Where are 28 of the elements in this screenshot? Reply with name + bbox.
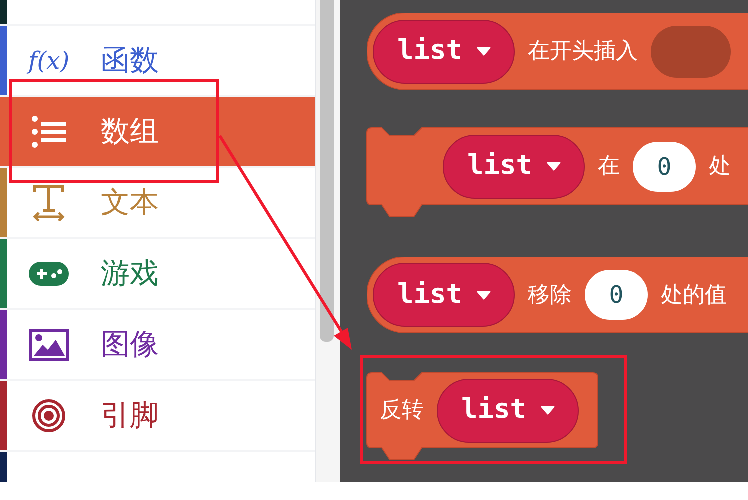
category-item[interactable]: 数组 xyxy=(7,97,315,166)
block-label: 反转 xyxy=(380,397,424,425)
block-label: 处 xyxy=(709,153,731,181)
variable-dropdown[interactable]: list xyxy=(437,378,579,442)
category-item[interactable]: 文本 xyxy=(7,168,315,237)
category-item[interactable]: 游戏 xyxy=(7,239,315,308)
category-item[interactable]: 引脚 xyxy=(7,381,315,450)
category-item[interactable]: 图像 xyxy=(7,310,315,379)
caret-icon xyxy=(546,162,560,171)
block-label: 处的值 xyxy=(661,282,727,310)
category-color-strip xyxy=(0,452,7,482)
text-icon xyxy=(32,184,66,220)
block-label: 在 xyxy=(598,153,620,181)
variable-dropdown[interactable]: list xyxy=(443,134,585,198)
caret-icon xyxy=(476,290,490,300)
variable-dropdown[interactable]: list xyxy=(373,263,515,327)
category-item[interactable]: f(x) 函数 xyxy=(7,26,315,95)
block-label: 在开头插入 xyxy=(528,38,638,66)
category-color-strip xyxy=(0,0,7,24)
gamepad-icon xyxy=(29,262,69,286)
caret-icon xyxy=(476,47,490,56)
function-icon: f(x) xyxy=(27,42,71,78)
scrollbar-thumb[interactable] xyxy=(320,0,334,342)
caret-icon xyxy=(540,406,554,415)
image-icon xyxy=(29,328,69,360)
target-icon xyxy=(32,398,66,432)
variable-dropdown[interactable]: list xyxy=(373,20,515,84)
block-label: 移除 xyxy=(528,282,572,310)
